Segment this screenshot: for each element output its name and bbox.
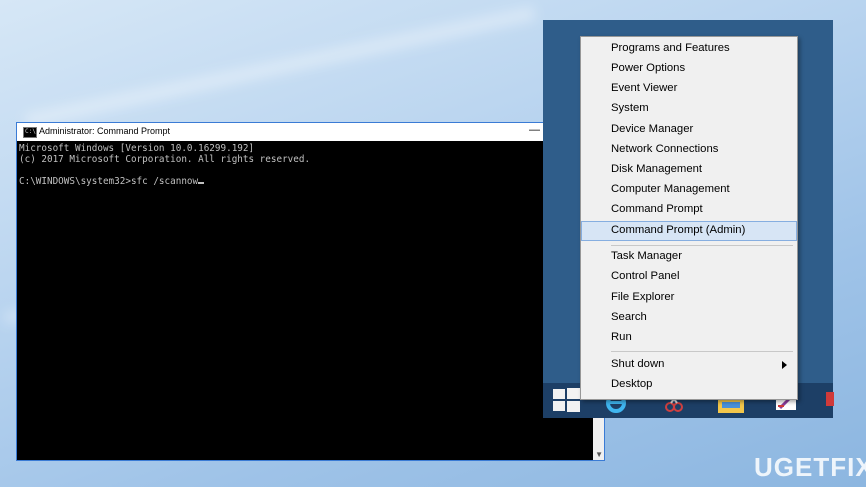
menu-item-desktop[interactable]: Desktop <box>581 375 797 395</box>
menu-item-computer-management[interactable]: Computer Management <box>581 180 797 200</box>
menu-item-shut-down[interactable]: Shut down <box>581 355 797 375</box>
menu-item-command-prompt-admin[interactable]: Command Prompt (Admin) <box>581 221 797 241</box>
wallpaper-streak <box>24 6 536 128</box>
cmd-app-icon: C:\ <box>23 127 37 138</box>
menu-item-disk-management[interactable]: Disk Management <box>581 160 797 180</box>
menu-item-network-connections[interactable]: Network Connections <box>581 140 797 160</box>
menu-item-task-manager[interactable]: Task Manager <box>581 247 797 267</box>
console-command: C:\WINDOWS\system32>sfc /scannow <box>19 176 199 187</box>
menu-separator <box>611 351 793 352</box>
menu-item-system[interactable]: System <box>581 99 797 119</box>
menu-item-search[interactable]: Search <box>581 308 797 328</box>
submenu-arrow-icon <box>782 361 787 369</box>
command-prompt-window[interactable]: C:\ Administrator: Command Prompt — Micr… <box>17 123 604 460</box>
watermark-logo: UGETFIX <box>754 452 866 482</box>
menu-item-file-explorer[interactable]: File Explorer <box>581 288 797 308</box>
cmd-titlebar[interactable]: C:\ Administrator: Command Prompt — <box>17 123 604 141</box>
cmd-window-title: Administrator: Command Prompt <box>39 126 171 136</box>
console-line: ​ <box>19 165 592 176</box>
console-line: Microsoft Windows [Version 10.0.16299.19… <box>19 143 255 154</box>
console-cursor <box>198 182 205 184</box>
taskbar-edge-icon <box>826 392 834 406</box>
menu-item-programs-and-features[interactable]: Programs and Features <box>581 39 797 59</box>
console-line: (c) 2017 Microsoft Corporation. All righ… <box>19 154 311 165</box>
menu-item-run[interactable]: Run <box>581 328 797 348</box>
menu-item-power-options[interactable]: Power Options <box>581 59 797 79</box>
menu-item-control-panel[interactable]: Control Panel <box>581 267 797 287</box>
menu-item-event-viewer[interactable]: Event Viewer <box>581 79 797 99</box>
start-windows-icon[interactable] <box>548 385 584 415</box>
scroll-down-arrow-icon[interactable]: ▼ <box>595 450 603 459</box>
menu-item-device-manager[interactable]: Device Manager <box>581 120 797 140</box>
minimize-button[interactable]: — <box>529 124 540 136</box>
winx-context-menu: Programs and Features Power Options Even… <box>580 36 798 400</box>
menu-item-command-prompt[interactable]: Command Prompt <box>581 200 797 220</box>
console-prompt-line: C:\WINDOWS\system32>sfc /scannow <box>19 176 592 187</box>
cmd-console-output[interactable]: Microsoft Windows [Version 10.0.16299.19… <box>19 143 592 458</box>
menu-separator <box>611 245 793 246</box>
